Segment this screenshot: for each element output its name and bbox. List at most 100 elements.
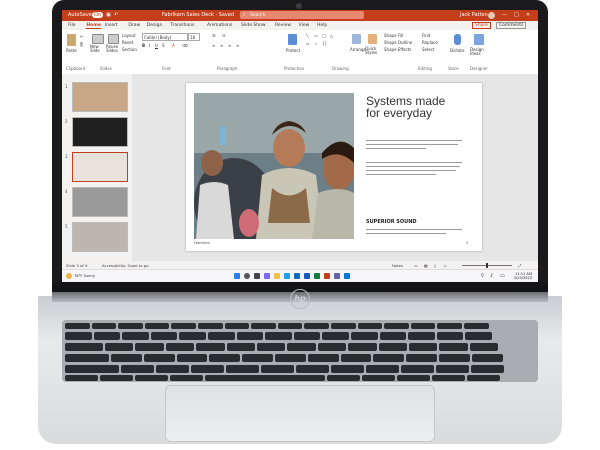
keyboard-key[interactable] xyxy=(196,343,225,351)
keyboard-key[interactable] xyxy=(439,354,470,362)
line-shape-icon[interactable]: ╲ xyxy=(306,33,308,38)
keyboard-key[interactable] xyxy=(469,343,499,351)
oval-shape-icon[interactable]: ◯ xyxy=(322,33,326,38)
search-box[interactable]: ⌕ Search xyxy=(240,11,364,19)
layout-button[interactable]: Layout xyxy=(122,33,136,38)
justify-icon[interactable]: ≡ xyxy=(236,43,239,48)
shape-effects-button[interactable]: Shape Effects xyxy=(384,47,411,52)
keyboard-key[interactable] xyxy=(209,354,241,362)
slide-title[interactable]: Systems made for everyday xyxy=(366,95,445,119)
tab-design[interactable]: Design xyxy=(147,23,163,28)
keyboard-key[interactable] xyxy=(121,365,154,373)
keyboard-key[interactable] xyxy=(275,354,306,362)
font-name-select[interactable]: Calibri (Body) xyxy=(142,33,188,41)
user-name[interactable]: Jack Patton xyxy=(460,12,488,18)
keyboard-key[interactable] xyxy=(471,365,504,373)
slide-subheading[interactable]: SUPERIOR SOUND xyxy=(366,219,417,225)
keyboard-key[interactable] xyxy=(236,332,264,340)
rectangle-shape-icon[interactable]: ▭ xyxy=(314,33,318,38)
font-size-select[interactable]: 18 xyxy=(188,33,200,41)
save-icon[interactable]: ▣ xyxy=(106,12,111,18)
cut-icon[interactable]: ✂ xyxy=(80,34,83,39)
keyboard-key[interactable] xyxy=(331,323,356,329)
keyboard-key[interactable] xyxy=(224,323,250,329)
keyboard-key[interactable] xyxy=(437,323,462,329)
keyboard-key[interactable] xyxy=(384,323,409,329)
keyboard-key[interactable] xyxy=(111,354,142,362)
keyboard-key[interactable] xyxy=(226,343,255,351)
notes-button[interactable]: Notes xyxy=(392,263,403,268)
keyboard-key[interactable] xyxy=(287,343,316,351)
fit-slide-icon[interactable]: ⤢ xyxy=(518,263,521,268)
keyboard-key[interactable] xyxy=(432,375,465,381)
quick-styles-icon[interactable] xyxy=(368,34,377,44)
reset-button[interactable]: Reset xyxy=(122,40,133,45)
keyboard-key[interactable] xyxy=(135,375,168,381)
keyboard-key[interactable] xyxy=(156,365,189,373)
slide-sorter-icon[interactable]: ▦ xyxy=(424,263,428,268)
task-view-icon[interactable] xyxy=(254,273,260,279)
paste-icon[interactable] xyxy=(67,34,76,46)
copy-icon[interactable]: ⎘ xyxy=(80,42,83,47)
keyboard-key[interactable] xyxy=(401,365,434,373)
keyboard-key[interactable] xyxy=(304,323,329,329)
store-icon[interactable] xyxy=(334,273,340,279)
italic-button[interactable]: I xyxy=(149,43,150,48)
keyboard-key[interactable] xyxy=(100,375,133,381)
slide-thumbnail[interactable] xyxy=(72,187,128,217)
wifi-icon[interactable]: ⌔ xyxy=(480,273,485,279)
keyboard-key[interactable] xyxy=(317,343,347,351)
weather-text[interactable]: 78°F Sunny xyxy=(74,274,95,278)
autosave-toggle[interactable]: On xyxy=(92,12,104,18)
keyboard-key[interactable] xyxy=(105,343,134,351)
accessibility-status[interactable]: Accessibility: Good to go xyxy=(102,263,149,268)
tab-view[interactable]: View xyxy=(299,23,310,28)
weather-icon[interactable] xyxy=(66,273,72,279)
keyboard-key[interactable] xyxy=(208,332,235,340)
find-button[interactable]: Find xyxy=(422,33,430,38)
keyboard-key[interactable] xyxy=(179,332,206,340)
keyboard-key[interactable] xyxy=(327,375,360,381)
keyboard-key[interactable] xyxy=(118,323,143,329)
keyboard-key[interactable] xyxy=(408,332,435,340)
current-slide[interactable]: Systems made for everyday SUPERIOR SOUND… xyxy=(186,83,482,251)
keyboard-key[interactable] xyxy=(373,354,405,362)
settings-icon[interactable] xyxy=(344,273,350,279)
keyboard-key[interactable] xyxy=(144,323,170,329)
slide-photo[interactable] xyxy=(194,93,354,239)
keyboard-key[interactable] xyxy=(410,323,436,329)
numbering-icon[interactable]: ☷ xyxy=(222,33,226,38)
keyboard-key[interactable] xyxy=(331,365,364,373)
keyboard-key[interactable] xyxy=(171,323,196,329)
keyboard-key[interactable] xyxy=(307,354,339,362)
system-clock[interactable]: 11:11 AM 3/29/2023 xyxy=(514,272,532,281)
keyboard-key[interactable] xyxy=(65,323,90,329)
shape-outline-button[interactable]: Shape Outline xyxy=(384,40,412,45)
keyboard-key[interactable] xyxy=(257,343,286,351)
section-button[interactable]: Section xyxy=(122,47,137,52)
keyboard-key[interactable] xyxy=(65,375,98,381)
file-explorer-icon[interactable] xyxy=(274,273,280,279)
keyboard-key[interactable] xyxy=(322,332,349,340)
arrange-icon[interactable] xyxy=(352,34,361,44)
strikethrough-button[interactable]: S xyxy=(162,43,165,48)
reading-view-icon[interactable]: ▯ xyxy=(434,263,436,268)
slideshow-icon[interactable]: ▷ xyxy=(444,263,447,268)
start-icon[interactable] xyxy=(234,273,240,279)
zoom-slider-thumb[interactable] xyxy=(486,263,488,268)
keyboard-key[interactable] xyxy=(277,323,303,329)
slide-thumbnail[interactable] xyxy=(72,82,128,112)
keyboard-key[interactable] xyxy=(348,343,377,351)
brace-shape-icon[interactable]: {} xyxy=(322,41,327,46)
comments-button[interactable]: Comments xyxy=(496,22,527,29)
keyboard-key[interactable] xyxy=(436,365,469,373)
normal-view-icon[interactable]: ▭ xyxy=(414,263,418,268)
keyboard-key[interactable] xyxy=(379,332,407,340)
keyboard-key[interactable] xyxy=(65,332,92,340)
bullets-icon[interactable]: ☰ xyxy=(212,33,216,38)
keyboard-key[interactable] xyxy=(296,365,329,373)
keyboard-key[interactable] xyxy=(242,354,273,362)
align-center-icon[interactable]: ≡ xyxy=(220,43,223,48)
excel-icon[interactable] xyxy=(314,273,320,279)
keyboard-key[interactable] xyxy=(251,323,276,329)
